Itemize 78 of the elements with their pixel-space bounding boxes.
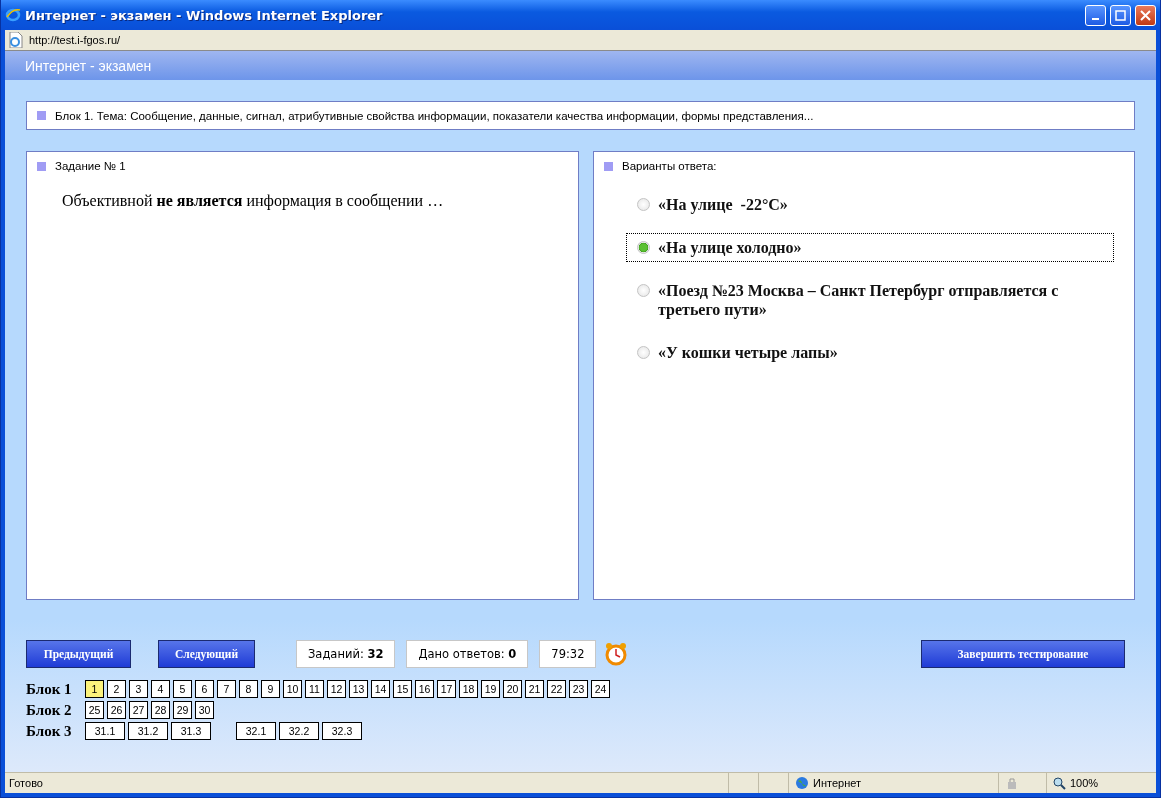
page-icon: [9, 32, 23, 48]
next-button[interactable]: Следующий: [158, 640, 255, 668]
question-number-button[interactable]: 19: [481, 680, 500, 698]
previous-button[interactable]: Предыдущий: [26, 640, 131, 668]
question-number-button[interactable]: 16: [415, 680, 434, 698]
block-label: Блок 2: [26, 701, 73, 719]
answer-option-text[interactable]: «На улице -22°С»: [658, 195, 788, 214]
question-number-button[interactable]: 31.1: [85, 722, 125, 740]
answer-option-text[interactable]: «У кошки четыре лапы»: [658, 343, 838, 362]
close-icon: [1140, 9, 1151, 21]
question-number-button[interactable]: 2: [107, 680, 126, 698]
question-number-button[interactable]: 24: [591, 680, 610, 698]
task-label: Задание № 1: [55, 160, 126, 172]
maximize-icon: [1115, 9, 1126, 21]
topic-text: Блок 1. Тема: Сообщение, данные, сигнал, атрибутивные свойства информации, показатели качества информации, формы представления...: [55, 109, 814, 122]
question-number-button[interactable]: 1: [85, 680, 104, 698]
window-title: Интернет - экзамен - Windows Internet Explorer: [25, 7, 384, 23]
question-number-button[interactable]: 15: [393, 680, 412, 698]
question-number-button[interactable]: 32.2: [279, 722, 319, 740]
question-number-button[interactable]: 4: [151, 680, 170, 698]
question-number-button[interactable]: 31.2: [128, 722, 168, 740]
answers-label: Варианты ответа:: [622, 160, 717, 172]
question-number-button[interactable]: 28: [151, 701, 170, 719]
radio-button[interactable]: [637, 198, 650, 211]
timer-field: 79:32: [539, 640, 597, 668]
question-text: Объективной не является информация в сообщении …: [62, 192, 445, 210]
question-number-button[interactable]: 23: [569, 680, 588, 698]
question-number-button[interactable]: 18: [459, 680, 478, 698]
question-number-button[interactable]: 25: [85, 701, 104, 719]
zoom-icon: [1053, 776, 1066, 790]
zone-text: Интернет: [813, 777, 861, 789]
radio-button[interactable]: [637, 284, 650, 297]
question-number-button[interactable]: 3: [129, 680, 148, 698]
question-number-button[interactable]: 32.3: [322, 722, 362, 740]
minimize-icon: [1092, 17, 1099, 20]
question-number-button[interactable]: 5: [173, 680, 192, 698]
question-number-button[interactable]: 31.3: [171, 722, 211, 740]
question-number-button[interactable]: 10: [283, 680, 302, 698]
square-icon: [37, 161, 46, 171]
answer-option-text[interactable]: «На улице холодно»: [658, 238, 802, 257]
app-title: Интернет - экзамен: [25, 57, 152, 74]
question-number-button[interactable]: 30: [195, 701, 214, 719]
block-label: Блок 1: [26, 680, 73, 698]
question-number-button[interactable]: 7: [217, 680, 236, 698]
minimize-button[interactable]: [1085, 4, 1106, 26]
question-number-button[interactable]: 9: [261, 680, 280, 698]
question-number-button[interactable]: 8: [239, 680, 258, 698]
question-number-button[interactable]: 11: [305, 680, 324, 698]
question-number-button[interactable]: 12: [327, 680, 346, 698]
maximize-button[interactable]: [1110, 4, 1131, 26]
browser-logo-icon: [5, 7, 21, 23]
question-number-button[interactable]: 17: [437, 680, 456, 698]
square-icon: [37, 111, 46, 120]
status-text: Готово: [8, 777, 44, 789]
answer-option-text[interactable]: «Поезд №23 Москва – Санкт Петербург отправляется с третьего пути»: [658, 281, 1107, 319]
zoom-text[interactable]: 100%: [1070, 777, 1099, 789]
finish-test-button[interactable]: Завершить тестирование: [921, 640, 1125, 668]
question-number-button[interactable]: 14: [371, 680, 390, 698]
lock-icon: [1005, 776, 1019, 790]
radio-button[interactable]: [637, 241, 650, 254]
globe-icon: [795, 776, 809, 790]
question-number-button[interactable]: 32.1: [236, 722, 276, 740]
counter-field: Заданий: 32: [296, 640, 396, 668]
close-button[interactable]: [1135, 4, 1156, 26]
question-number-button[interactable]: 20: [503, 680, 522, 698]
counter-field: Дано ответов: 0: [406, 640, 529, 668]
block-label: Блок 3: [26, 722, 73, 740]
question-number-button[interactable]: 29: [173, 701, 192, 719]
alarm-clock-icon: [605, 642, 628, 666]
question-number-button[interactable]: 13: [349, 680, 368, 698]
radio-button[interactable]: [637, 346, 650, 359]
question-number-button[interactable]: 21: [525, 680, 544, 698]
question-number-button[interactable]: 26: [107, 701, 126, 719]
question-number-button[interactable]: 22: [547, 680, 566, 698]
square-icon: [604, 161, 613, 171]
question-number-button[interactable]: 27: [129, 701, 148, 719]
question-number-button[interactable]: 6: [195, 680, 214, 698]
address-text: http://test.i-fgos.ru/: [29, 34, 121, 46]
